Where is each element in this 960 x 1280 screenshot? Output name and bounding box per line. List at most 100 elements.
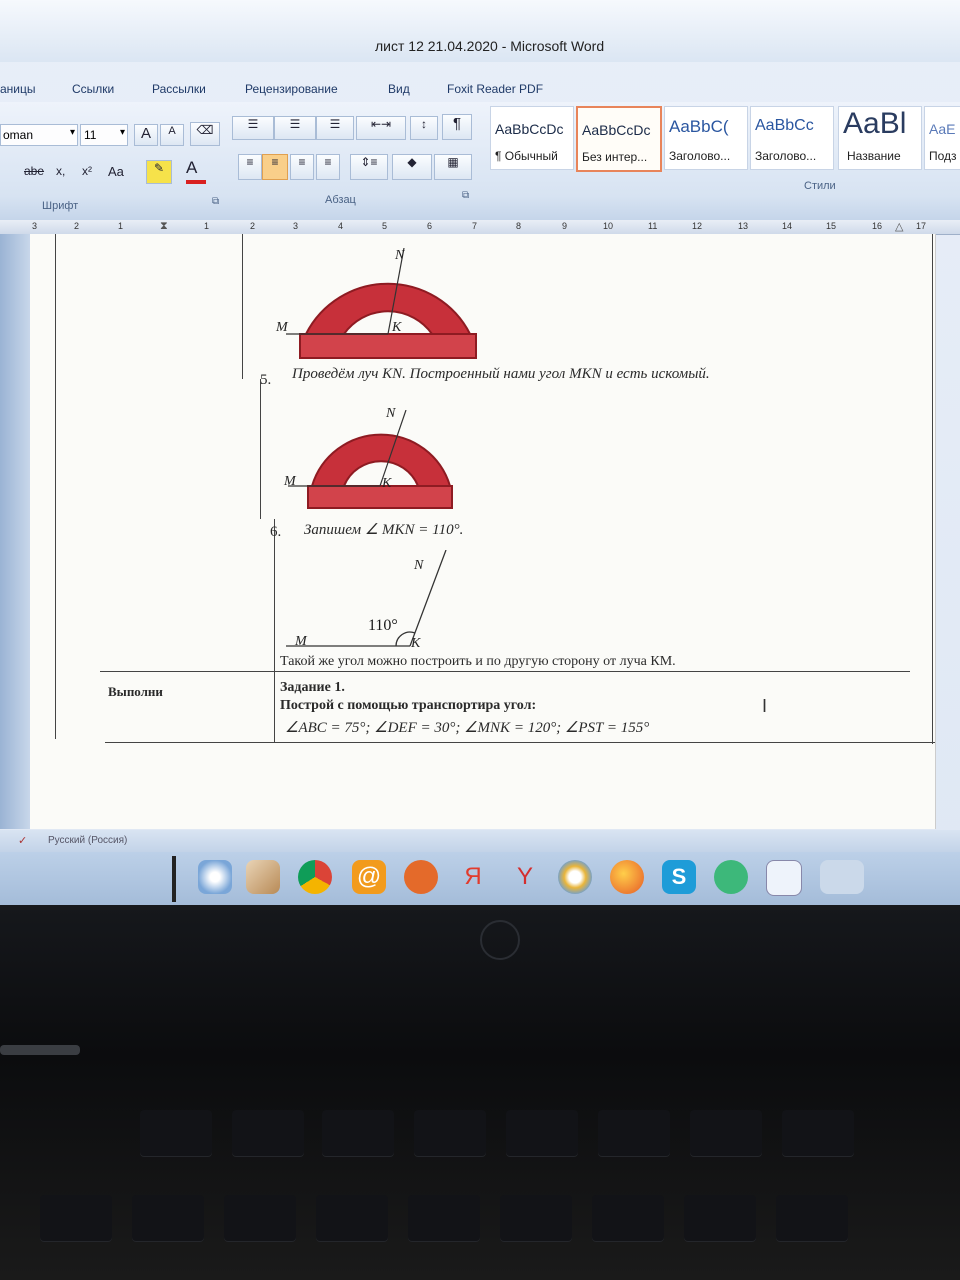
font-color-label: A bbox=[186, 158, 198, 177]
tab-mailings[interactable]: Рассылки bbox=[152, 82, 206, 96]
table-border-inner bbox=[274, 519, 275, 742]
ruler-number: 2 bbox=[250, 221, 256, 231]
tab-page-layout[interactable]: аницы bbox=[0, 82, 36, 96]
font-color-button[interactable]: A bbox=[186, 158, 208, 184]
sort-button[interactable]: ↕ bbox=[410, 116, 438, 140]
keyboard-key bbox=[500, 1195, 572, 1241]
font-name-combo[interactable]: oman ▾ bbox=[0, 124, 78, 146]
style-name: Без интер... bbox=[582, 150, 648, 164]
show-marks-button[interactable]: ¶ bbox=[442, 114, 472, 140]
style-no-spacing[interactable]: AaBbCcDc Без интер... bbox=[576, 106, 662, 172]
paint-bucket-icon: ◆ bbox=[407, 155, 417, 169]
tab-foxit-reader-pdf[interactable]: Foxit Reader PDF bbox=[447, 82, 543, 96]
hp-logo bbox=[480, 920, 520, 960]
numbering-button[interactable]: ☰ bbox=[274, 116, 316, 140]
numbering-icon: ☰ bbox=[289, 117, 301, 131]
change-case-button[interactable]: Aa bbox=[108, 164, 124, 179]
font-size-combo[interactable]: 11 ▾ bbox=[80, 124, 128, 146]
chevron-down-icon: ▾ bbox=[69, 127, 75, 138]
taskbar-divider bbox=[172, 856, 176, 902]
word-icon[interactable] bbox=[766, 860, 802, 896]
keyboard-key bbox=[592, 1195, 664, 1241]
grow-font-button[interactable]: A bbox=[134, 124, 158, 146]
taskbar-window-thumb[interactable] bbox=[820, 860, 864, 894]
clear-format-button[interactable]: ⌫ bbox=[190, 122, 220, 146]
indent-buttons[interactable]: ⇤⇥ bbox=[356, 116, 406, 140]
firefox-icon[interactable] bbox=[610, 860, 644, 894]
style-sample: AaBbCcDc bbox=[495, 121, 564, 137]
bullets-button[interactable]: ☰ bbox=[232, 116, 274, 140]
ruler-number: 15 bbox=[826, 221, 837, 231]
style-normal[interactable]: AaBbCcDc ¶ Обычный bbox=[490, 106, 574, 170]
document-page[interactable]: N M K 5. Проведём луч KN. Построенный на… bbox=[30, 234, 936, 829]
angle-value-label: 110° bbox=[368, 617, 398, 634]
paragraph-group-label: Абзац bbox=[325, 194, 356, 206]
dialog-launcher-icon[interactable]: ⧉ bbox=[462, 190, 469, 201]
ruler-number: 11 bbox=[648, 221, 658, 231]
dialog-launcher-icon[interactable]: ⧉ bbox=[212, 196, 219, 207]
bullets-icon: ☰ bbox=[247, 117, 259, 131]
superscript-button[interactable]: x² bbox=[82, 164, 92, 178]
chevron-down-icon: ▾ bbox=[119, 127, 125, 138]
style-sample: AaE bbox=[929, 121, 956, 137]
style-subtitle[interactable]: AaE Подз bbox=[924, 106, 960, 170]
keyboard-key bbox=[684, 1195, 756, 1241]
align-center-button[interactable]: ≡ bbox=[262, 154, 288, 180]
spellcheck-icon[interactable]: ✓ bbox=[18, 834, 27, 847]
yandex-icon[interactable]: Я bbox=[456, 860, 490, 894]
tab-view[interactable]: Вид bbox=[388, 82, 410, 96]
line-spacing-button[interactable]: ⇕≡ bbox=[350, 154, 388, 180]
ruler-number: 1 bbox=[204, 221, 210, 231]
style-heading-2[interactable]: AaBbCc Заголово... bbox=[750, 106, 834, 170]
window-title: лист 12 21.04.2020 - Microsoft Word bbox=[375, 38, 605, 54]
keyboard-key bbox=[232, 1110, 304, 1156]
justify-icon: ≡ bbox=[324, 155, 332, 169]
align-right-button[interactable]: ≡ bbox=[290, 154, 314, 180]
label-m: M bbox=[284, 474, 296, 489]
ruler-number: 1 bbox=[118, 221, 124, 231]
indent-marker-icon[interactable]: ⧗ bbox=[160, 220, 168, 233]
eraser-icon: ⌫ bbox=[196, 123, 214, 137]
horizontal-ruler[interactable]: 3 2 1 1 2 3 4 5 6 7 8 9 10 11 12 13 14 1… bbox=[0, 220, 960, 235]
align-left-button[interactable]: ≡ bbox=[238, 154, 262, 180]
strikethrough-button[interactable]: abe bbox=[24, 164, 44, 178]
mail-at-icon[interactable]: @ bbox=[352, 860, 386, 894]
ruler-number: 4 bbox=[338, 221, 344, 231]
media-player-icon[interactable] bbox=[404, 860, 438, 894]
label-k: K bbox=[411, 636, 421, 651]
label-n: N bbox=[395, 248, 405, 263]
protractor-arc bbox=[304, 282, 472, 335]
subscript-button[interactable]: x, bbox=[56, 164, 65, 178]
style-sample: AaBbC( bbox=[669, 117, 729, 136]
borders-button[interactable]: ▦ bbox=[434, 154, 472, 180]
font-color-swatch bbox=[186, 180, 206, 184]
table-border-inner bbox=[242, 234, 243, 379]
chrome-icon[interactable] bbox=[298, 860, 332, 894]
shading-button[interactable]: ◆ bbox=[392, 154, 432, 180]
tab-review[interactable]: Рецензирование bbox=[245, 82, 338, 96]
messenger-icon[interactable] bbox=[714, 860, 748, 894]
explorer-icon[interactable] bbox=[246, 860, 280, 894]
keyboard-key bbox=[132, 1195, 204, 1241]
shrink-font-button[interactable]: A bbox=[160, 124, 184, 146]
sort-icon: ↕ bbox=[421, 117, 427, 131]
style-heading-1[interactable]: AaBbC( Заголово... bbox=[664, 106, 748, 170]
style-title[interactable]: AaBl Название bbox=[838, 106, 922, 170]
ruler-number: 9 bbox=[562, 221, 568, 231]
language-indicator[interactable]: Русский (Россия) bbox=[48, 835, 127, 846]
highlight-button[interactable]: ✎ bbox=[146, 160, 172, 184]
skype-icon[interactable]: S bbox=[662, 860, 696, 894]
tab-references[interactable]: Ссылки bbox=[72, 82, 114, 96]
style-sample: AaBl bbox=[843, 107, 907, 140]
yandex-browser-icon[interactable]: Y bbox=[508, 860, 542, 894]
keyboard-key bbox=[776, 1195, 848, 1241]
ribbon-tabs: аницы Ссылки Рассылки Рецензирование Вид… bbox=[0, 66, 960, 102]
justify-button[interactable]: ≡ bbox=[316, 154, 340, 180]
multilevel-list-button[interactable]: ☰ bbox=[316, 116, 354, 140]
font-size-value: 11 bbox=[84, 128, 97, 142]
browser-icon[interactable] bbox=[558, 860, 592, 894]
multilevel-list-icon: ☰ bbox=[329, 117, 341, 131]
ie-icon[interactable] bbox=[198, 860, 232, 894]
right-indent-marker-icon[interactable]: △ bbox=[895, 220, 903, 233]
keyboard-key bbox=[140, 1110, 212, 1156]
